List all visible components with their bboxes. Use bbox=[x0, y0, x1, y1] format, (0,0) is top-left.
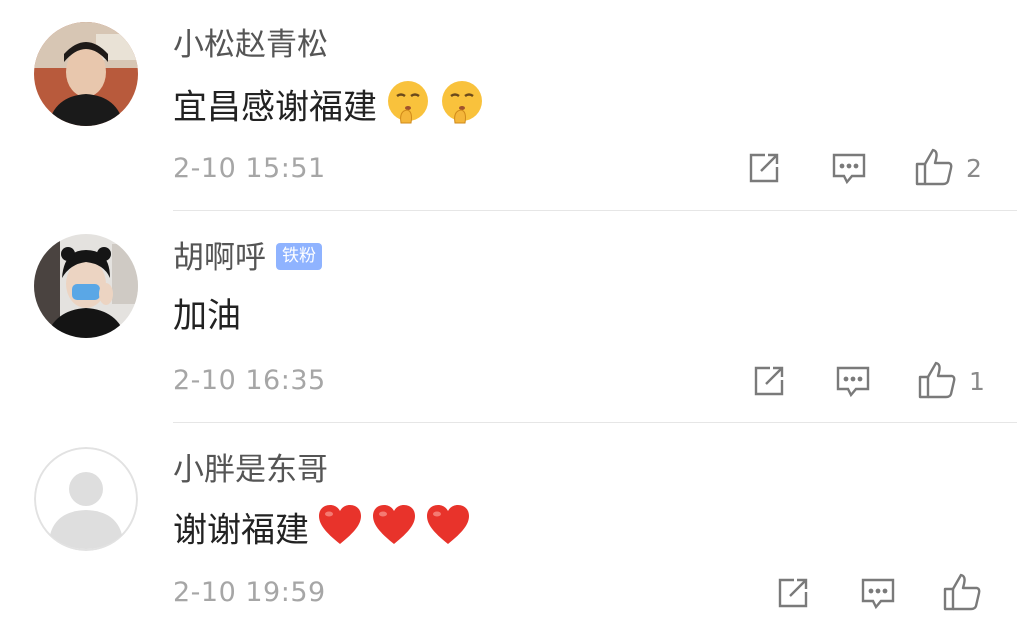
username[interactable]: 胡啊呼 铁粉 bbox=[173, 243, 322, 274]
share-icon[interactable] bbox=[776, 576, 810, 610]
comment-icon[interactable] bbox=[860, 577, 896, 611]
thumbs-up-icon[interactable] bbox=[942, 572, 982, 612]
comment-text-content: 宜昌感谢福建 bbox=[173, 87, 377, 128]
red-heart-emoji bbox=[371, 504, 417, 552]
thumbs-up-icon[interactable] bbox=[917, 360, 957, 400]
red-heart-emoji bbox=[425, 504, 471, 552]
comment-text: 宜昌感谢福建 bbox=[173, 81, 485, 135]
avatar[interactable] bbox=[34, 447, 138, 551]
comment-text-content: 加油 bbox=[173, 296, 241, 336]
divider bbox=[173, 210, 1017, 211]
red-heart-emoji bbox=[317, 504, 363, 552]
comment-time: 2-10 16:35 bbox=[173, 365, 326, 396]
username[interactable]: 小松赵青松 bbox=[173, 30, 328, 61]
comment-text-content: 谢谢福建 bbox=[173, 510, 309, 551]
like-count: 1 bbox=[969, 367, 985, 396]
avatar[interactable] bbox=[34, 22, 138, 126]
share-icon[interactable] bbox=[747, 151, 781, 185]
shush-face-emoji bbox=[385, 79, 431, 131]
thumbs-up-icon[interactable] bbox=[914, 147, 954, 187]
fan-badge: 铁粉 bbox=[276, 243, 322, 270]
comment-time: 2-10 19:59 bbox=[173, 577, 326, 608]
comment-time: 2-10 15:51 bbox=[173, 153, 326, 184]
avatar[interactable] bbox=[34, 234, 138, 338]
comment-icon[interactable] bbox=[831, 152, 867, 186]
comment-icon[interactable] bbox=[835, 365, 871, 399]
shush-face-emoji bbox=[439, 79, 485, 131]
username-text: 胡啊呼 bbox=[173, 240, 266, 276]
like-count: 2 bbox=[966, 154, 982, 183]
comment-text: 加油 bbox=[173, 299, 241, 333]
comment-text: 谢谢福建 bbox=[173, 505, 471, 556]
username[interactable]: 小胖是东哥 bbox=[173, 455, 328, 486]
share-icon[interactable] bbox=[752, 364, 786, 398]
divider bbox=[173, 422, 1017, 423]
